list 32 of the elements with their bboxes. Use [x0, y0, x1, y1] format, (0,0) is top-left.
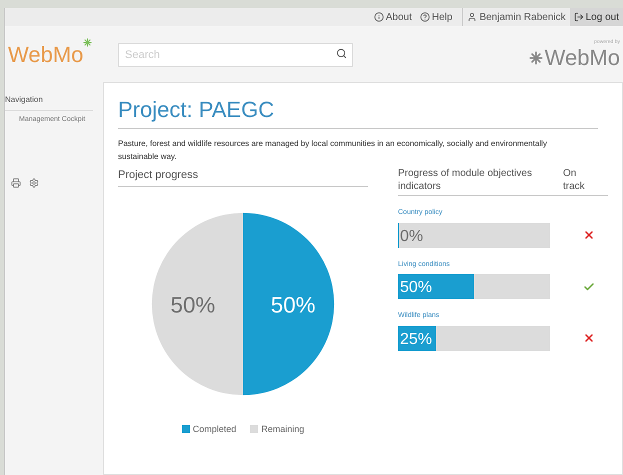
- search-icon: [336, 48, 347, 59]
- column-heading: On track: [563, 167, 586, 193]
- asterisk-icon: [528, 50, 543, 65]
- help-icon: [420, 12, 430, 22]
- top-link[interactable]: Log out: [570, 8, 623, 26]
- slice-label: 50%: [170, 292, 216, 317]
- brand-logo: WebMo: [544, 46, 620, 69]
- chart-title: Project progress: [118, 167, 368, 186]
- legend-label: Completed: [192, 422, 236, 436]
- check-icon: [583, 280, 595, 292]
- slice-label: 50%: [270, 292, 316, 317]
- project-title: Project: PAEGC: [118, 93, 598, 129]
- logout-icon: [574, 12, 584, 22]
- progress-reading: 50%: [400, 278, 432, 298]
- progress-reading: 25%: [400, 330, 432, 350]
- top-link[interactable]: Help: [416, 8, 456, 26]
- cross-icon: [583, 229, 595, 241]
- sparkle-icon: [83, 38, 92, 46]
- user-icon: [467, 12, 478, 22]
- project-description: Pasture, forest and wildlife resources are managed by local communities in an economically, socially and environmentally sustainable way.: [118, 138, 548, 163]
- settings-icon[interactable]: [29, 178, 39, 188]
- sidebar-title: Navigation: [5, 94, 93, 111]
- printer-icon[interactable]: [11, 178, 21, 188]
- cross-icon: [583, 332, 595, 344]
- legend-swatch: [182, 425, 190, 434]
- legend-swatch: [250, 425, 258, 434]
- column-heading: Progress of module objectives indicators: [398, 167, 533, 193]
- info-icon: [374, 12, 384, 22]
- top-link[interactable]: About: [370, 8, 416, 26]
- logo: WebMo: [8, 38, 118, 70]
- progress-reading: 0%: [400, 226, 424, 246]
- legend-label: Remaining: [261, 422, 304, 436]
